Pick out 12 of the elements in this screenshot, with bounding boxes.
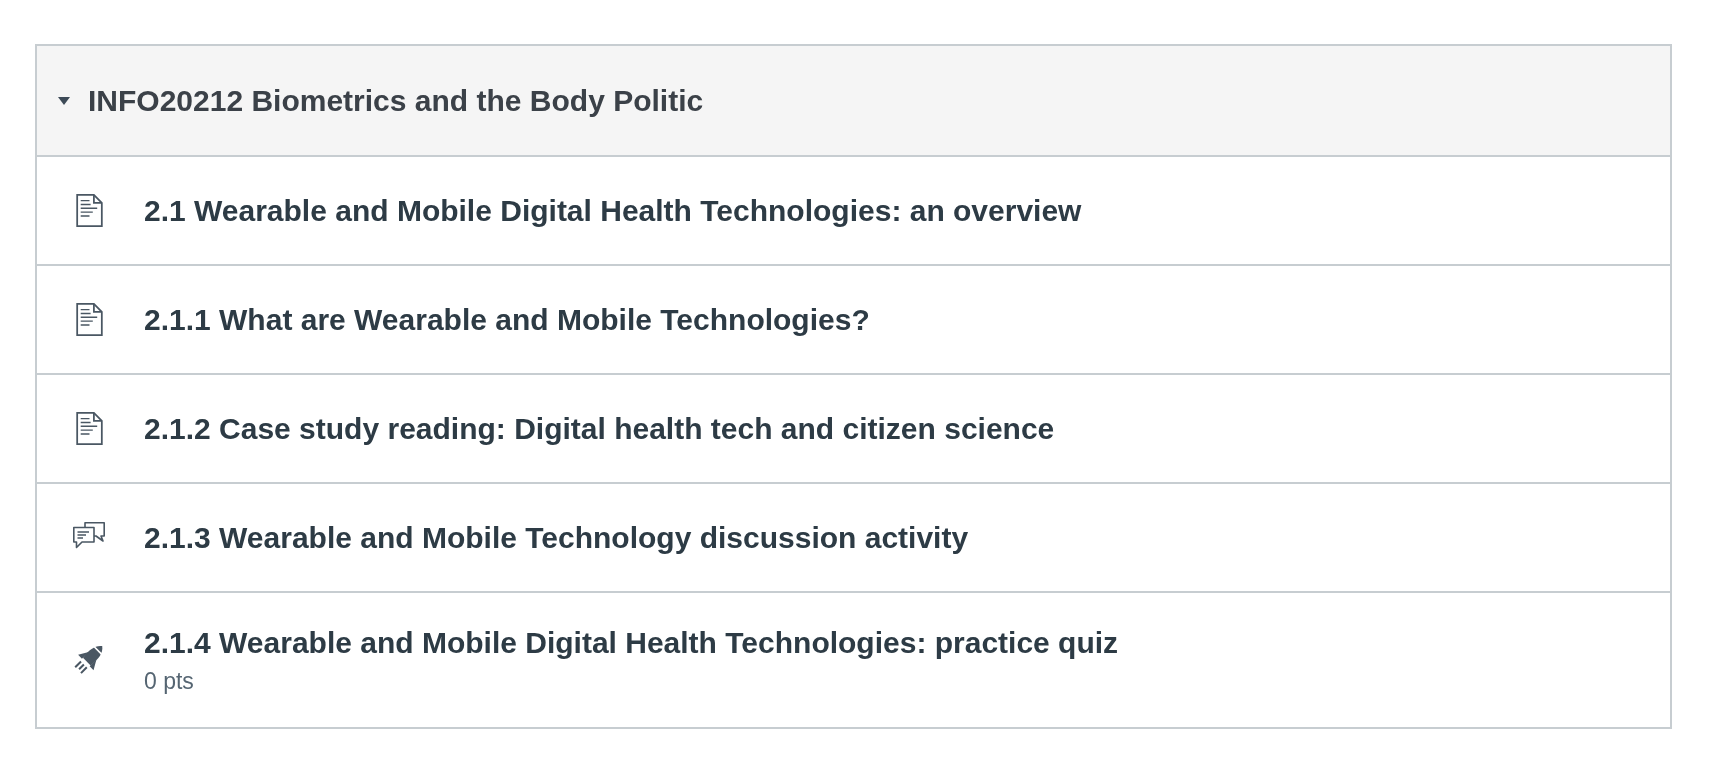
item-link[interactable]: 2.1.4 Wearable and Mobile Digital Health Technologies: practice quiz [144, 625, 1119, 661]
document-icon [75, 303, 103, 336]
rocket-icon [74, 645, 104, 675]
document-icon [75, 194, 103, 227]
item-link[interactable]: 2.1.1 What are Wearable and Mobile Technologies? [144, 301, 870, 338]
item-link[interactable]: 2.1.2 Case study reading: Digital health tech and citizen science [144, 410, 1055, 447]
item-link[interactable]: 2.1.3 Wearable and Mobile Technology discussion activity [144, 519, 969, 556]
item-link[interactable]: 2.1 Wearable and Mobile Digital Health Technologies: an overview [144, 192, 1082, 229]
module-title: INFO20212 Biometrics and the Body Politic [88, 83, 704, 118]
points-label: 0 pts [144, 667, 194, 695]
document-icon [75, 412, 103, 445]
caret-icon[interactable] [58, 94, 70, 107]
